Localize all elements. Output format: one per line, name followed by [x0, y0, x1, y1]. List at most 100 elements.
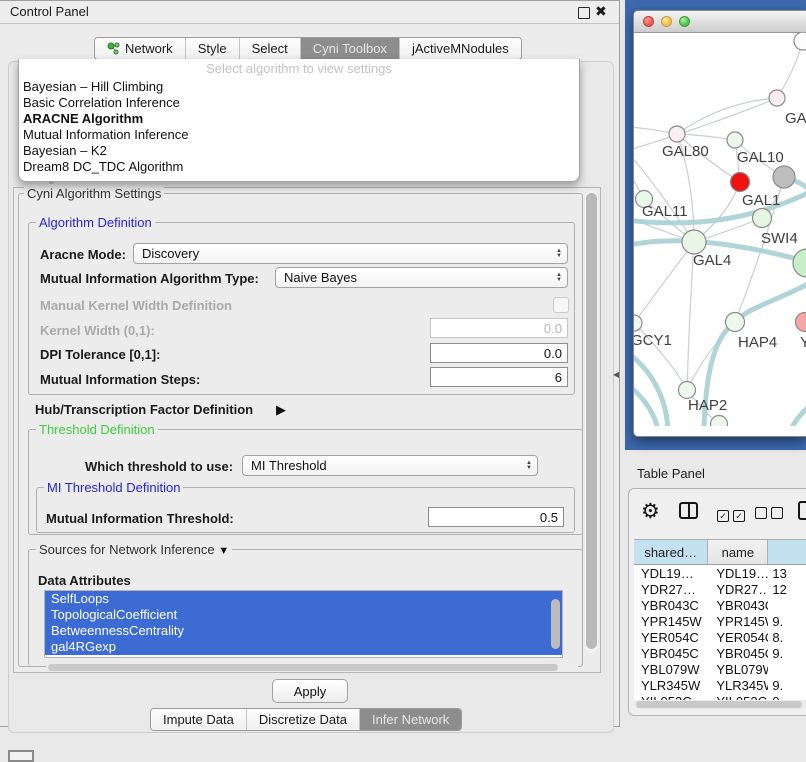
mi-threshold-input[interactable] — [428, 507, 564, 527]
dpi-tolerance-input[interactable] — [430, 343, 568, 363]
table-cell[interactable]: 8. — [768, 630, 806, 645]
table-cell[interactable]: YLR345W — [634, 678, 708, 693]
close-traffic-light-icon[interactable] — [643, 16, 654, 27]
network-edge-highlighted[interactable] — [634, 384, 659, 426]
tab-style[interactable]: Style — [186, 38, 240, 59]
table-cell[interactable]: YER054C — [708, 630, 768, 645]
apply-button[interactable]: Apply — [272, 679, 348, 703]
table-horizontal-scrollbar-thumb[interactable] — [636, 701, 802, 708]
table-cell[interactable]: YPR145W — [708, 614, 768, 629]
float-window-icon[interactable] — [578, 7, 590, 19]
table-cell[interactable]: YBL079W — [708, 662, 768, 677]
table-cell[interactable]: 9. — [768, 614, 806, 629]
table-cell[interactable]: YBR045C — [708, 646, 768, 661]
algorithm-option[interactable]: Basic Correlation Inference — [19, 95, 579, 111]
table-cell[interactable]: 12 — [768, 582, 806, 597]
horizontal-scrollbar-thumb[interactable] — [48, 664, 558, 671]
table-cell[interactable]: 9. — [768, 646, 806, 661]
network-edge[interactable] — [677, 134, 735, 140]
network-node-gcy1[interactable] — [634, 315, 642, 331]
network-node-hap2[interactable] — [679, 382, 696, 399]
tab-infer-network[interactable]: Infer Network — [360, 709, 461, 730]
kernel-width-input[interactable] — [430, 318, 568, 338]
table-row[interactable]: YBR043CYBR043C — [634, 597, 806, 613]
columns-icon[interactable] — [679, 502, 698, 519]
table-cell[interactable]: YER054C — [634, 630, 708, 645]
algorithm-option[interactable]: Mutual Information Inference — [19, 127, 579, 143]
table-cell[interactable]: YBR043C — [634, 598, 708, 613]
tab-discretize-data[interactable]: Discretize Data — [247, 709, 360, 730]
tab-cyni-toolbox[interactable]: Cyni Toolbox — [301, 38, 400, 59]
tab-network[interactable]: Network — [95, 38, 186, 59]
data-attributes-list[interactable]: SelfLoopsTopologicalCoefficientBetweenne… — [44, 590, 563, 658]
network-window-titlebar[interactable] — [634, 11, 806, 33]
data-attribute-item-selected[interactable]: BetweennessCentrality — [45, 623, 562, 639]
network-node[interactable] — [711, 416, 728, 427]
table-cell[interactable]: YBL079W — [634, 662, 708, 677]
table-row[interactable]: YPR145WYPR145W9. — [634, 613, 806, 629]
table-row[interactable]: YDL19…YDL19…13 — [634, 565, 806, 581]
table-cell[interactable]: 13 — [768, 566, 806, 581]
tab-jactivemnodules[interactable]: jActiveMNodules — [400, 38, 521, 59]
network-edge-highlighted[interactable] — [786, 402, 806, 426]
column-header-name[interactable]: name — [708, 540, 768, 564]
column-header-shared-name[interactable]: shared… — [634, 540, 708, 564]
network-node-gal10[interactable] — [727, 132, 743, 148]
network-edge[interactable] — [677, 98, 777, 134]
minimize-traffic-light-icon[interactable] — [661, 16, 672, 27]
table-cell[interactable]: YDL19… — [634, 566, 708, 581]
table-row[interactable]: YIL052CYIL052C9. — [634, 693, 806, 700]
algorithm-option[interactable]: ARACNE Algorithm — [19, 111, 579, 127]
column-header-partial[interactable] — [768, 540, 806, 564]
close-icon[interactable]: ✖ — [595, 3, 607, 20]
algorithm-option[interactable]: Bayesian – K2 — [19, 143, 579, 159]
table-row[interactable]: YER054CYER054C8. — [634, 629, 806, 645]
list-scrollbar-thumb[interactable] — [551, 599, 560, 649]
vertical-scrollbar-thumb[interactable] — [586, 193, 597, 649]
data-attribute-item-selected[interactable]: gal4RGexp — [45, 639, 562, 655]
network-node[interactable] — [731, 173, 750, 192]
expand-arrow-icon[interactable]: ▶ — [276, 402, 286, 418]
network-node[interactable] — [794, 32, 806, 50]
table-row[interactable]: YBL079WYBL079W — [634, 661, 806, 677]
table-cell[interactable]: YDR27… — [634, 582, 708, 597]
table-cell[interactable]: YBR045C — [634, 646, 708, 661]
network-edge[interactable] — [634, 242, 694, 323]
mi-steps-input[interactable] — [430, 367, 568, 387]
network-node[interactable] — [773, 166, 795, 188]
tab-select[interactable]: Select — [240, 38, 301, 59]
network-edge-highlighted[interactable] — [735, 282, 806, 322]
export-table-icon[interactable] — [798, 501, 806, 520]
network-canvas[interactable]: GALGAL80GAL10GAL1GAL11SWI4GAL4GCY1HAP4YH… — [634, 32, 806, 426]
table-cell[interactable]: YLR345W — [708, 678, 768, 693]
minimized-panel-chip[interactable] — [8, 750, 34, 762]
deselect-all-checkboxes-icon[interactable] — [755, 506, 787, 524]
algorithm-option[interactable]: Dream8 DC_TDC Algorithm — [19, 159, 579, 175]
table-row[interactable]: YLR345WYLR345W9. — [634, 677, 806, 693]
which-threshold-select[interactable]: MI Threshold ▲▼ — [242, 455, 538, 476]
mi-algorithm-type-select[interactable]: Naive Bayes ▲▼ — [275, 267, 568, 288]
network-node-swi4[interactable] — [793, 249, 806, 277]
manual-kernel-checkbox[interactable] — [553, 297, 569, 313]
zoom-traffic-light-icon[interactable] — [679, 16, 690, 27]
table-cell[interactable]: YBR043C — [708, 598, 768, 613]
aracne-mode-select[interactable]: Discovery ▲▼ — [133, 243, 568, 264]
network-node-gal[interactable] — [769, 90, 785, 106]
select-all-checkboxes-icon[interactable]: ✓✓ — [717, 506, 749, 524]
data-attribute-item-selected[interactable]: SelfLoops — [45, 591, 562, 607]
table-row[interactable]: YBR045CYBR045C9. — [634, 645, 806, 661]
data-attribute-item-selected[interactable]: TopologicalCoefficient — [45, 607, 562, 623]
collapse-arrow-icon[interactable]: ▼ — [218, 545, 229, 557]
gear-icon[interactable]: ⚙ — [641, 499, 660, 524]
network-node-gal4[interactable] — [682, 230, 706, 254]
panel-splitter-collapse-icon[interactable]: ◀ — [613, 370, 619, 379]
network-node-gal1[interactable] — [753, 209, 772, 228]
table-cell[interactable]: YDL19… — [708, 566, 768, 581]
algorithm-option[interactable]: Bayesian – Hill Climbing — [19, 79, 579, 95]
network-node-y[interactable] — [796, 313, 806, 332]
table-cell[interactable]: YDR27… — [708, 582, 768, 597]
network-node-gal80[interactable] — [669, 126, 685, 142]
table-cell[interactable]: 9. — [768, 678, 806, 693]
table-row[interactable]: YDR27…YDR27…12 — [634, 581, 806, 597]
network-node-hap4[interactable] — [726, 313, 745, 332]
